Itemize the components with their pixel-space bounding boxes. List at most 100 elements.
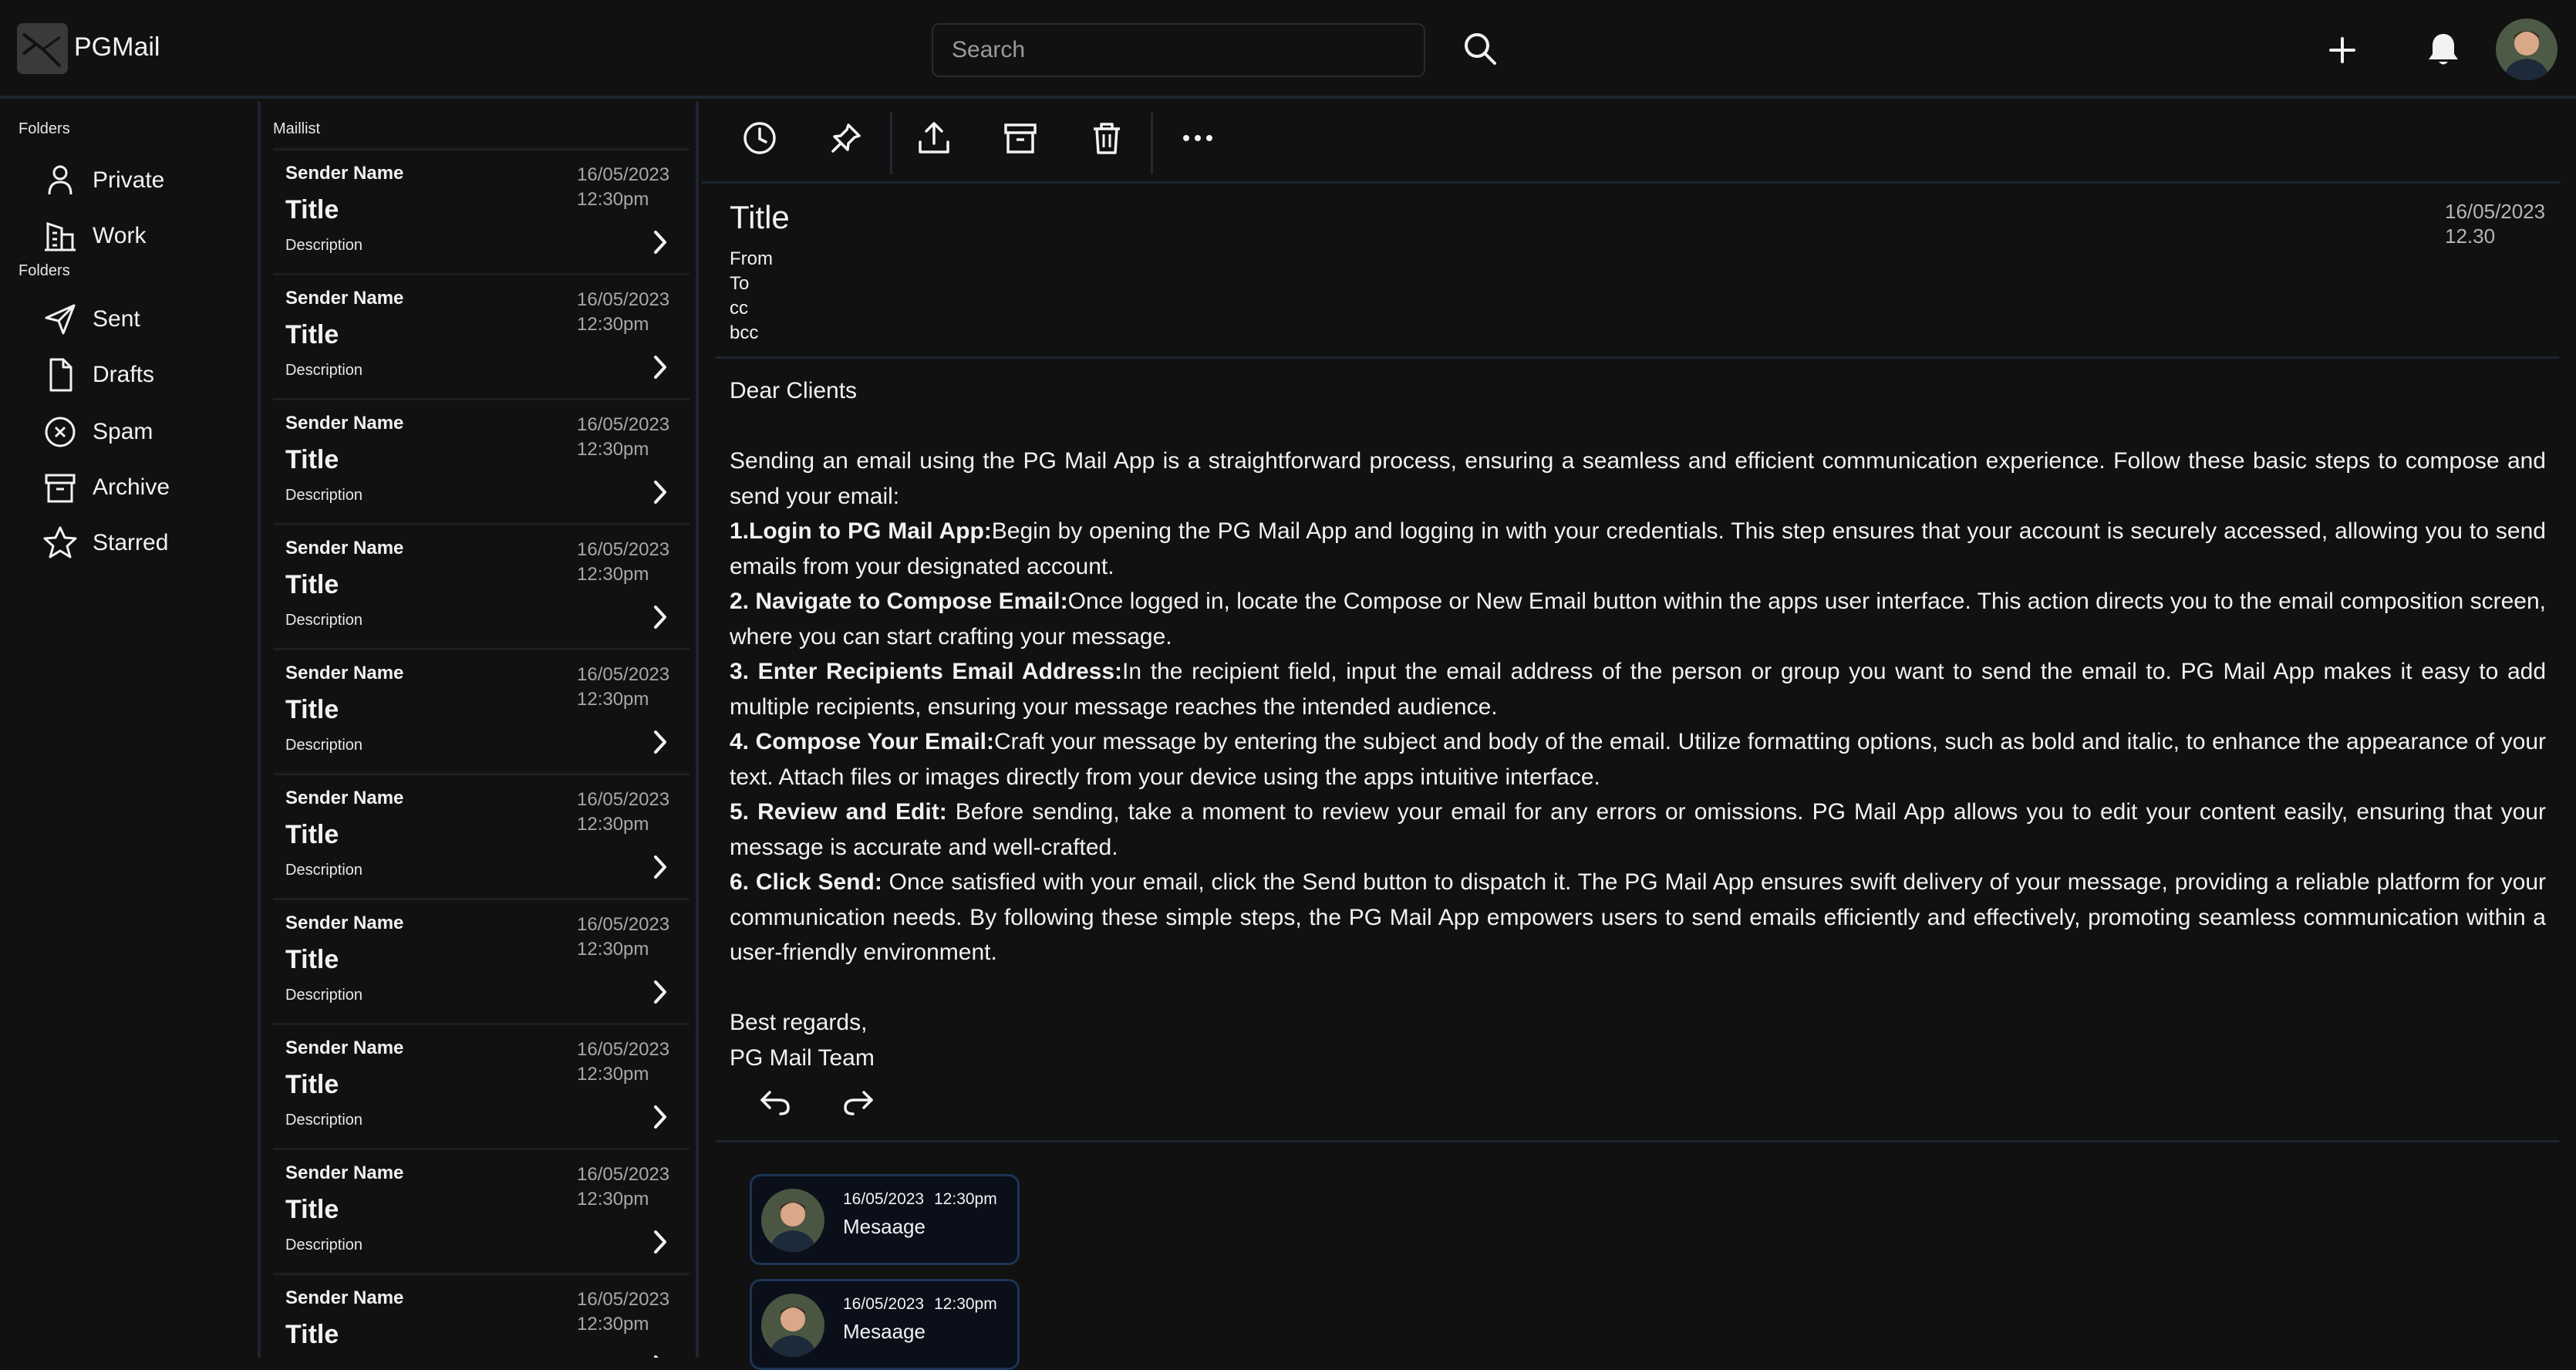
app-logo-icon[interactable] <box>17 23 68 74</box>
step-paragraph: 6. Click Send: Once satisfied with your … <box>730 865 2546 970</box>
chevron-right-icon[interactable] <box>648 852 673 882</box>
sidebar-item-archive[interactable]: Archive <box>42 466 250 509</box>
mail-description: Description <box>285 1112 363 1129</box>
bell-icon[interactable] <box>2422 28 2465 71</box>
mail-timestamp: 16/05/2023 12:30pm <box>577 1287 679 1337</box>
mail-time: 12:30pm <box>577 439 649 460</box>
mail-sender: Sender Name <box>285 288 404 309</box>
person-icon <box>48 165 72 195</box>
search-icon[interactable] <box>1461 29 1499 68</box>
plus-icon[interactable] <box>2321 29 2363 71</box>
mail-time: 12:30pm <box>577 564 649 585</box>
chevron-right-icon[interactable] <box>648 977 673 1007</box>
step-paragraph: 5. Review and Edit: Before sending, take… <box>730 795 2546 865</box>
mail-sender: Sender Name <box>285 1287 404 1308</box>
sidebar-item-label: Archive <box>93 474 170 500</box>
sidebar-item-label: Spam <box>93 419 153 444</box>
sidebar-item-drafts[interactable]: Drafts <box>42 353 250 396</box>
mail-list-item[interactable]: Sender NameTitleDescription16/05/202312:… <box>273 1273 690 1358</box>
sidebar-item-label: Starred <box>93 530 169 555</box>
chevron-right-icon[interactable] <box>648 1102 673 1132</box>
app-title: PGMail <box>74 32 160 62</box>
forward-icon[interactable] <box>839 1083 878 1122</box>
message-body: Dear Clients Sending an email using the … <box>730 373 2546 1075</box>
mail-title: Title <box>285 945 339 974</box>
chevron-right-icon[interactable] <box>648 228 673 257</box>
mail-description: Description <box>285 862 363 879</box>
mail-timestamp: 16/05/2023 12:30pm <box>577 913 679 962</box>
message-header: Title From To cc bcc 16/05/2023 12.30 <box>730 199 2565 361</box>
mail-date: 16/05/2023 <box>577 414 670 435</box>
sidebar-item-sent[interactable]: Sent <box>42 298 250 341</box>
clock-icon[interactable] <box>740 119 779 157</box>
search-input[interactable] <box>932 23 1425 77</box>
mail-sender: Sender Name <box>285 1162 404 1183</box>
mail-sender: Sender Name <box>285 163 404 184</box>
mail-description: Description <box>285 237 363 254</box>
pin-icon[interactable] <box>827 119 865 157</box>
thread-message[interactable]: 16/05/2023 12:30pm Mesaage <box>750 1174 1020 1265</box>
chevron-right-icon[interactable] <box>648 727 673 757</box>
building-icon <box>45 221 76 251</box>
folders-label: Folders <box>19 120 70 137</box>
toolbar-divider <box>890 113 892 174</box>
sidebar-item-spam[interactable]: Spam <box>42 410 250 454</box>
mail-time: 12:30pm <box>577 814 649 835</box>
mail-list-item[interactable]: Sender NameTitleDescription16/05/202312:… <box>273 898 690 1021</box>
mail-title: Title <box>285 1195 339 1224</box>
mail-list-item[interactable]: Sender NameTitleDescription16/05/202312:… <box>273 1148 690 1271</box>
spam-icon <box>45 417 76 447</box>
upload-icon[interactable] <box>915 119 953 157</box>
mail-list-item[interactable]: Sender NameTitleDescription16/05/202312:… <box>273 273 690 396</box>
mail-title: Title <box>285 1070 339 1099</box>
mail-list-item[interactable]: Sender Name Title Description 16/05/2023 12:… <box>273 398 690 521</box>
mail-title: Title <box>285 320 339 349</box>
mail-title: Title <box>285 445 339 474</box>
sidebar-item-work[interactable]: Work <box>42 214 250 258</box>
toolbar-divider <box>1151 113 1153 174</box>
mail-timestamp: 16/05/2023 12:30pm <box>577 663 679 712</box>
message-time: 12.30 <box>2445 224 2496 248</box>
thread-text: Mesaage <box>843 1215 926 1238</box>
reply-icon[interactable] <box>756 1083 794 1122</box>
mail-timestamp: 16/05/2023 12:30pm <box>577 288 679 337</box>
cc-label: cc <box>730 298 748 319</box>
mail-title: Title <box>285 570 339 599</box>
star-icon <box>43 526 77 558</box>
mail-timestamp: 16/05/2023 12:30pm <box>577 1162 679 1212</box>
mail-sender: Sender Name <box>285 538 404 558</box>
mail-time: 12:30pm <box>577 1189 649 1210</box>
step-heading: 4. Compose Your Email: <box>730 729 995 754</box>
chevron-right-icon[interactable] <box>648 1352 673 1358</box>
step-heading: 2. Navigate to Compose Email: <box>730 589 1068 614</box>
archive-icon[interactable] <box>1001 119 1040 157</box>
thread-date: 16/05/2023 <box>843 1295 925 1313</box>
sidebar-item-private[interactable]: Private <box>42 159 250 202</box>
mail-description: Description <box>285 487 363 504</box>
mail-list-item[interactable]: Sender NameTitleDescription16/05/202312:… <box>273 523 690 646</box>
thread-message[interactable]: 16/05/2023 12:30pm Mesaage <box>750 1279 1020 1370</box>
step-paragraph: 1.Login to PG Mail App:Begin by opening … <box>730 514 2546 584</box>
mail-time: 12:30pm <box>577 1314 649 1335</box>
mail-sender: Sender Name <box>285 413 404 434</box>
more-icon[interactable] <box>1178 119 1217 157</box>
chevron-right-icon[interactable] <box>648 477 673 507</box>
trash-icon[interactable] <box>1087 119 1126 157</box>
message-title: Title <box>730 199 790 235</box>
mail-list-item[interactable]: Sender NameTitleDescription16/05/202312:… <box>273 148 690 272</box>
thread-time: 12:30pm <box>934 1295 997 1313</box>
mail-timestamp: 16/05/2023 12:30pm <box>577 1038 679 1087</box>
mail-date: 16/05/2023 <box>577 1039 670 1060</box>
sidebar-item-starred[interactable]: Starred <box>42 521 250 565</box>
chevron-right-icon[interactable] <box>648 353 673 382</box>
mail-list-item[interactable]: Sender NameTitleDescription16/05/202312:… <box>273 773 690 896</box>
chevron-right-icon[interactable] <box>648 1227 673 1257</box>
intro-paragraph: Sending an email using the PG Mail App i… <box>730 448 2546 509</box>
mail-title: Title <box>285 195 339 224</box>
mail-list-item[interactable]: Sender NameTitleDescription16/05/202312:… <box>273 648 690 771</box>
mail-date: 16/05/2023 <box>577 664 670 685</box>
archive-icon <box>45 474 76 503</box>
mail-list-item[interactable]: Sender NameTitleDescription16/05/202312:… <box>273 1023 690 1146</box>
chevron-right-icon[interactable] <box>648 602 673 632</box>
user-avatar[interactable] <box>2496 19 2557 80</box>
